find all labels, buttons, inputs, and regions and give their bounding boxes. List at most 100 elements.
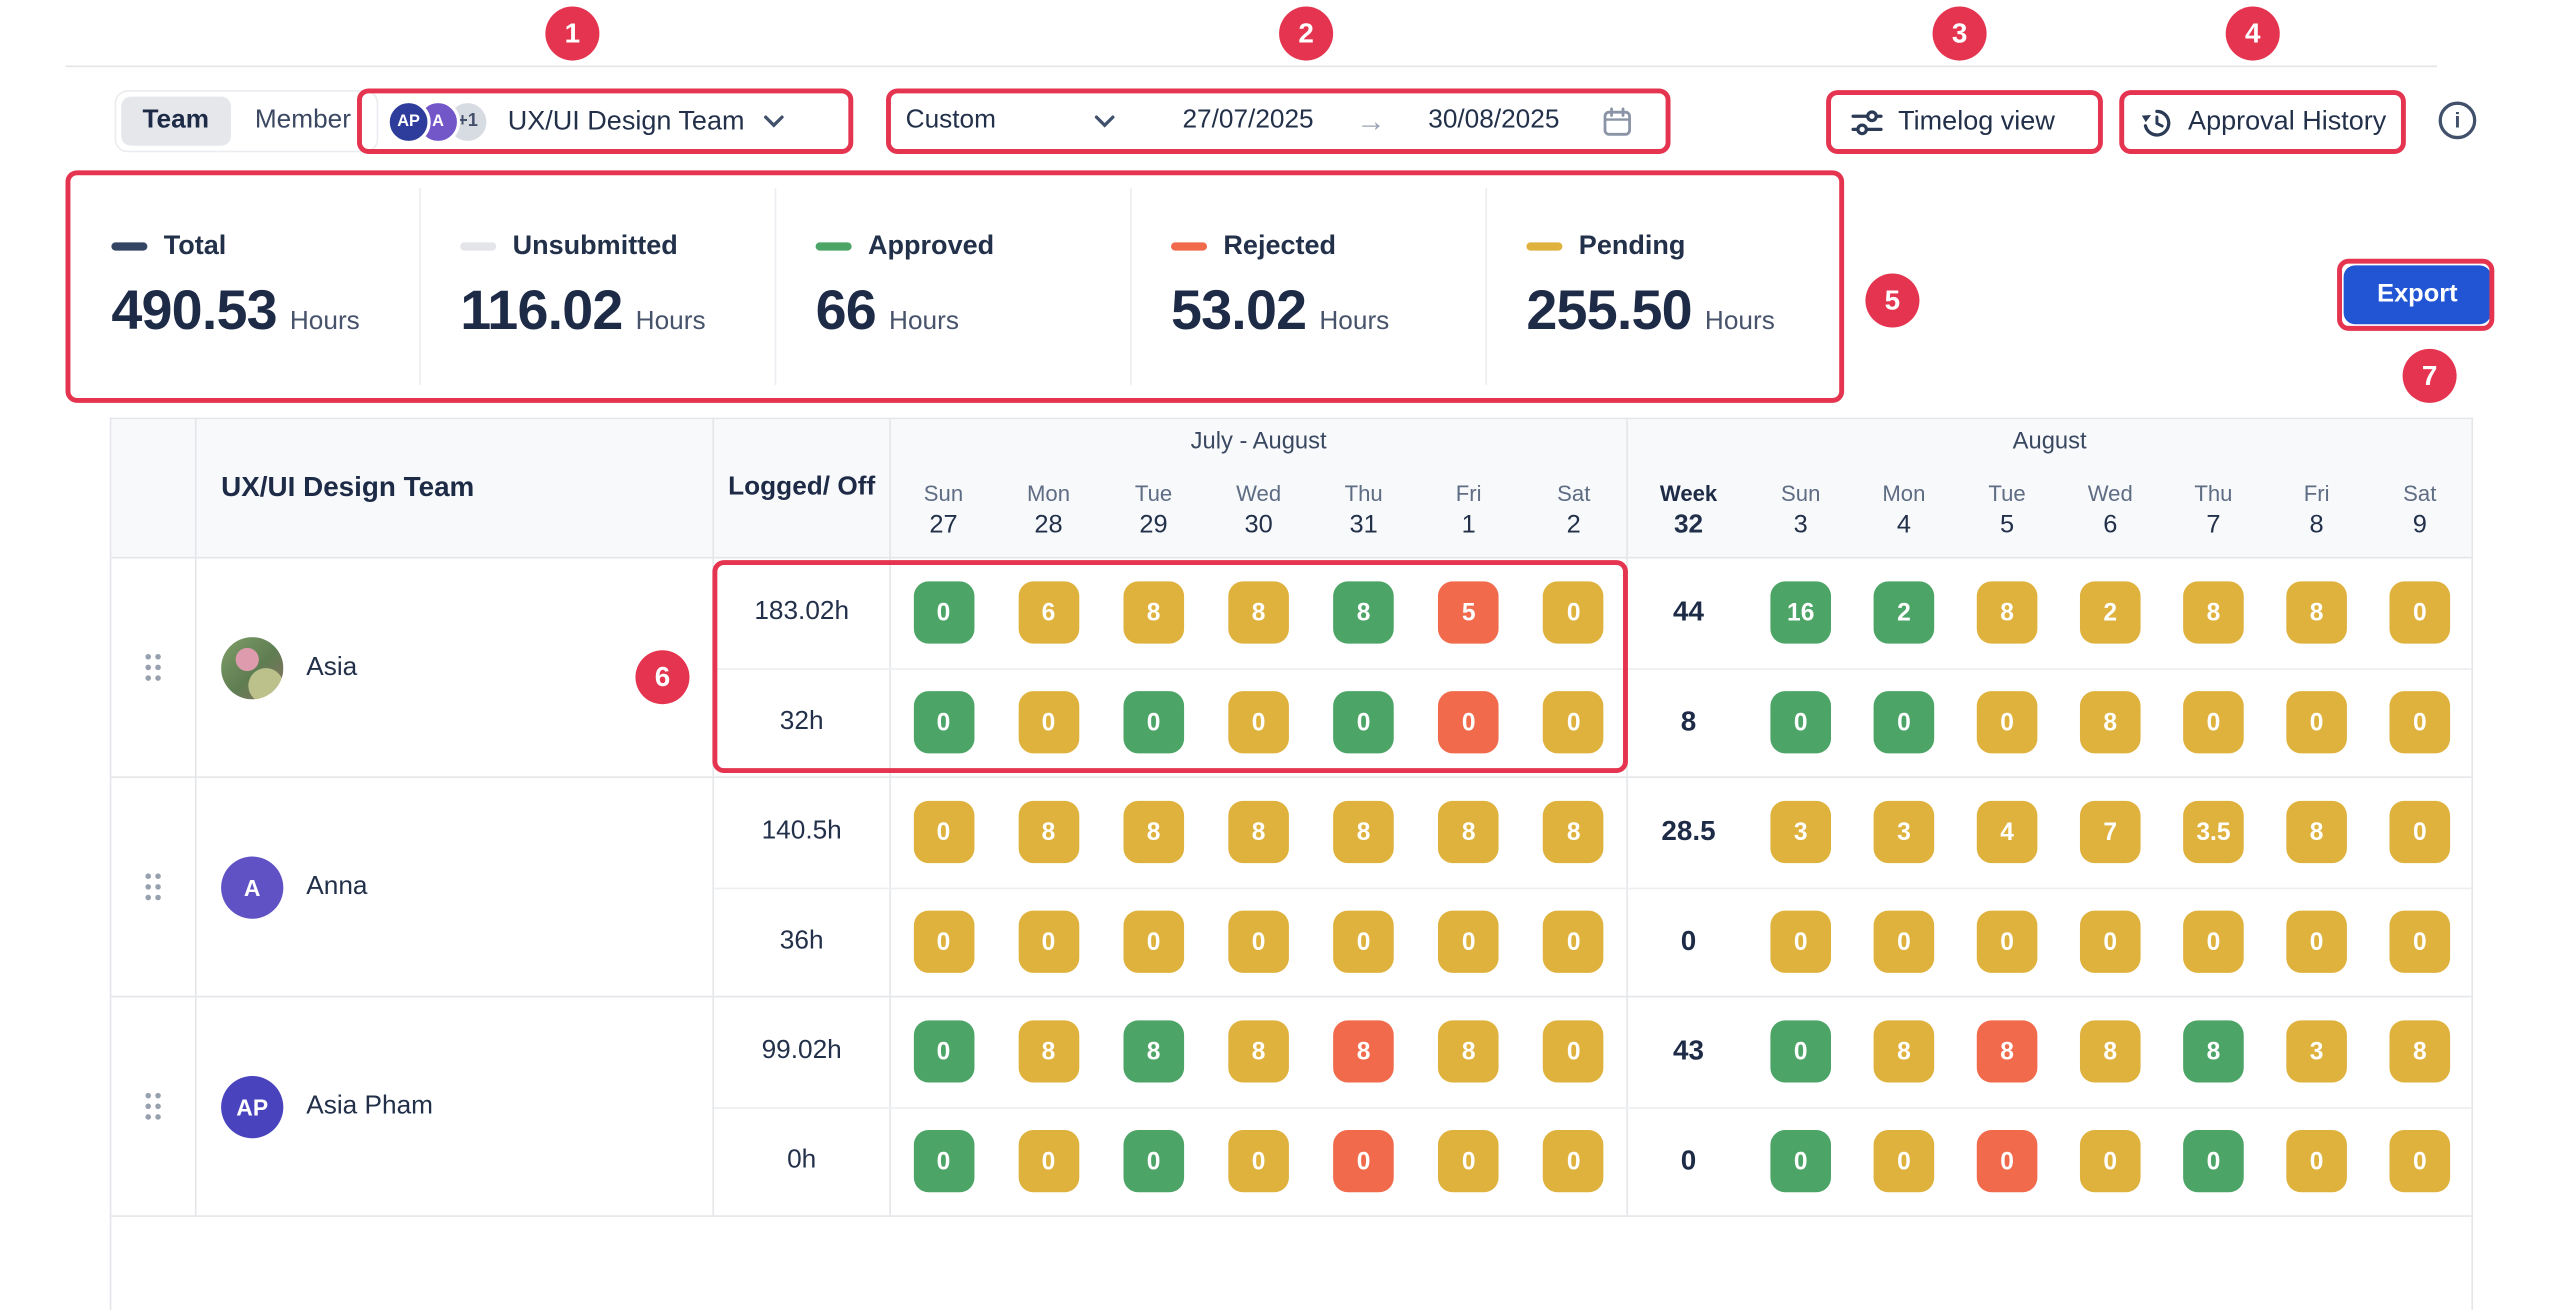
timesheet-cell-approved[interactable]: 8 [1123,1021,1184,1083]
timesheet-cell-pending[interactable]: 0 [2389,1130,2450,1192]
timesheet-cell-pending[interactable]: 0 [1874,911,1935,973]
timesheet-cell-pending[interactable]: 8 [1228,1021,1289,1083]
timesheet-cell-pending[interactable]: 8 [1228,582,1289,644]
timesheet-cell-rejected[interactable]: 5 [1438,582,1499,644]
timesheet-cell-approved[interactable]: 0 [913,1130,974,1192]
timesheet-cell-pending[interactable]: 0 [2183,692,2244,754]
timesheet-cell-pending[interactable]: 0 [1543,582,1604,644]
timesheet-cell-pending[interactable]: 0 [2389,582,2450,644]
timesheet-cell-pending[interactable]: 8 [1123,801,1184,863]
timesheet-cell-rejected[interactable]: 8 [1977,1021,2038,1083]
tab-team[interactable]: Team [121,97,230,146]
timesheet-cell-pending[interactable]: 0 [1018,692,1079,754]
timesheet-cell-pending[interactable]: 0 [1123,911,1184,973]
timesheet-cell-approved[interactable]: 2 [1874,582,1935,644]
timesheet-cell-pending[interactable]: 8 [2286,582,2347,644]
date-from-input[interactable]: 27/07/2025 [1182,106,1313,135]
timesheet-cell-rejected[interactable]: 0 [1333,1130,1394,1192]
calendar-icon[interactable] [1602,106,1633,137]
timesheet-cell-approved[interactable]: 16 [1770,582,1831,644]
timesheet-cell-pending[interactable]: 0 [2080,911,2141,973]
approval-history-button[interactable]: Approval History [2141,95,2387,149]
timesheet-cell-pending[interactable]: 8 [1228,801,1289,863]
timesheet-cell-approved[interactable]: 0 [1770,1130,1831,1192]
timesheet-cell-pending[interactable]: 0 [1543,692,1604,754]
timesheet-cell-pending[interactable]: 0 [2286,692,2347,754]
timesheet-cell-pending[interactable]: 3 [1770,801,1831,863]
timesheet-cell-pending[interactable]: 0 [1438,911,1499,973]
timesheet-cell-pending[interactable]: 0 [2389,692,2450,754]
timesheet-cell-approved[interactable]: 0 [1333,692,1394,754]
timesheet-cell-pending[interactable]: 0 [1543,1130,1604,1192]
timesheet-cell-pending[interactable]: 0 [1874,1130,1935,1192]
timesheet-cell-pending[interactable]: 0 [1228,1130,1289,1192]
timesheet-cell-pending[interactable]: 0 [1228,911,1289,973]
timesheet-cell-pending[interactable]: 8 [1333,801,1394,863]
timesheet-cell-pending[interactable]: 3 [1874,801,1935,863]
date-to-input[interactable]: 30/08/2025 [1428,106,1559,135]
timesheet-cell-pending[interactable]: 2 [2080,582,2141,644]
timesheet-cell-approved[interactable]: 8 [2183,1021,2244,1083]
timesheet-cell-pending[interactable]: 0 [2286,911,2347,973]
timesheet-cell-pending[interactable]: 8 [2183,582,2244,644]
timesheet-cell-pending[interactable]: 6 [1018,582,1079,644]
timesheet-cell-pending[interactable]: 3 [2286,1021,2347,1083]
date-preset-select[interactable]: Custom [906,93,1116,149]
timesheet-cell-pending[interactable]: 0 [1543,1021,1604,1083]
export-button[interactable]: Export [2344,265,2491,324]
timesheet-cell-pending[interactable]: 0 [2183,911,2244,973]
timesheet-cell-pending[interactable]: 3.5 [2183,801,2244,863]
timesheet-cell-pending[interactable]: 8 [1874,1021,1935,1083]
timesheet-cell-pending[interactable]: 0 [913,911,974,973]
timesheet-cell-pending[interactable]: 8 [2080,692,2141,754]
timesheet-cell-pending[interactable]: 8 [1438,1021,1499,1083]
timesheet-cell-pending[interactable]: 8 [1123,582,1184,644]
timesheet-cell-pending[interactable]: 8 [2389,1021,2450,1083]
timesheet-cell-pending[interactable]: 0 [1018,1130,1079,1192]
timesheet-cell-pending[interactable]: 0 [1333,911,1394,973]
timesheet-cell-pending[interactable]: 0 [1543,911,1604,973]
timesheet-cell-pending[interactable]: 8 [1438,801,1499,863]
timesheet-cell-rejected[interactable]: 0 [1438,692,1499,754]
timesheet-cell-approved[interactable]: 0 [1770,1021,1831,1083]
team-selector-dropdown[interactable]: AP A +1 UX/UI Design Team [387,93,784,149]
drag-handle-icon[interactable] [144,653,162,681]
info-icon[interactable]: i [2439,102,2477,140]
cell-slot: 8 [2059,669,2162,776]
timesheet-cell-pending[interactable]: 8 [1543,801,1604,863]
timesheet-cell-approved[interactable]: 0 [1874,692,1935,754]
timesheet-cell-pending[interactable]: 0 [1228,692,1289,754]
timesheet-cell-pending[interactable]: 0 [1977,911,2038,973]
timesheet-cell-pending[interactable]: 8 [1977,582,2038,644]
timesheet-cell-approved[interactable]: 8 [1333,582,1394,644]
timesheet-cell-approved[interactable]: 0 [2183,1130,2244,1192]
timelog-view-button[interactable]: Timelog view [1851,95,2055,149]
timesheet-cell-pending[interactable]: 4 [1977,801,2038,863]
tab-member[interactable]: Member [234,97,373,146]
timesheet-cell-pending[interactable]: 0 [2389,801,2450,863]
timesheet-cell-pending[interactable]: 0 [1770,911,1831,973]
timesheet-cell-pending[interactable]: 0 [2286,1130,2347,1192]
timesheet-cell-pending[interactable]: 8 [1018,1021,1079,1083]
timesheet-cell-approved[interactable]: 0 [1123,1130,1184,1192]
timesheet-cell-approved[interactable]: 0 [913,582,974,644]
timesheet-cell-approved[interactable]: 0 [913,692,974,754]
timesheet-cell-rejected[interactable]: 8 [1333,1021,1394,1083]
timesheet-cell-pending[interactable]: 7 [2080,801,2141,863]
timesheet-cell-pending[interactable]: 8 [2080,1021,2141,1083]
timesheet-cell-pending[interactable]: 0 [2389,911,2450,973]
timesheet-cell-rejected[interactable]: 0 [1977,1130,2038,1192]
timesheet-cell-approved[interactable]: 0 [1123,692,1184,754]
timesheet-cell-approved[interactable]: 0 [913,1021,974,1083]
timesheet-cell-pending[interactable]: 0 [913,801,974,863]
drag-handle-icon[interactable] [144,873,162,901]
timesheet-cell-pending[interactable]: 0 [1977,692,2038,754]
day-name: Thu [2194,481,2232,506]
timesheet-cell-approved[interactable]: 0 [1770,692,1831,754]
timesheet-cell-pending[interactable]: 8 [1018,801,1079,863]
timesheet-cell-pending[interactable]: 0 [2080,1130,2141,1192]
timesheet-cell-pending[interactable]: 0 [1018,911,1079,973]
timesheet-cell-pending[interactable]: 0 [1438,1130,1499,1192]
timesheet-cell-pending[interactable]: 8 [2286,801,2347,863]
drag-handle-icon[interactable] [144,1092,162,1120]
